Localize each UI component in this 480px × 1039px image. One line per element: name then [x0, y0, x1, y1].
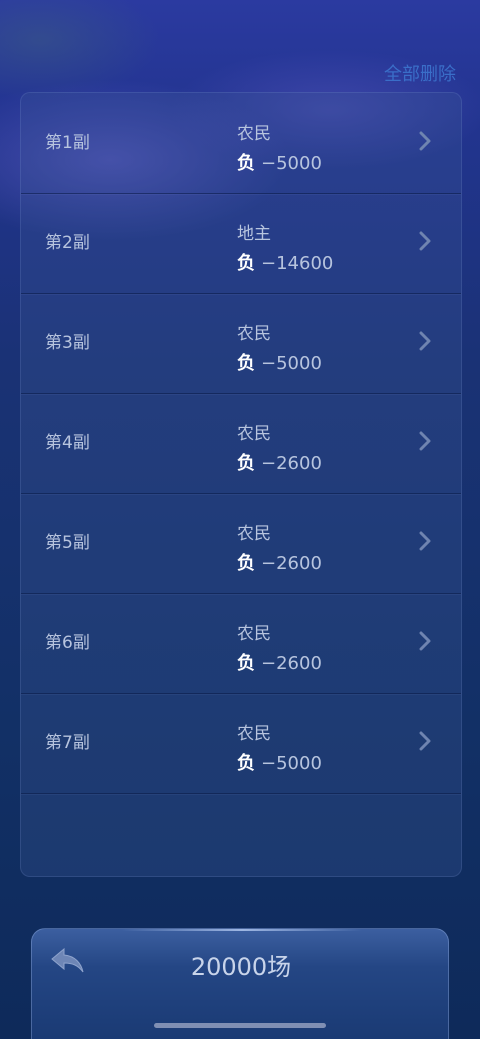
match-count-title: 20000场: [190, 953, 292, 981]
chevron-right-icon: [419, 431, 431, 451]
record-title: 第1副: [45, 133, 90, 153]
record-result: 负 −2600: [237, 449, 322, 475]
record-role: 农民: [237, 624, 271, 644]
record-result: 负 −5000: [237, 349, 322, 375]
record-score: −2600: [261, 653, 322, 674]
record-score: −5000: [261, 153, 322, 174]
chevron-right-icon: [419, 631, 431, 651]
record-result: 负 −14600: [237, 249, 333, 275]
record-result: 负 −5000: [237, 149, 322, 175]
chevron-right-icon: [419, 331, 431, 351]
record-result: 负 −2600: [237, 549, 322, 575]
result-badge: 负: [237, 153, 255, 174]
result-badge: 负: [237, 353, 255, 374]
bar-sheen: [122, 929, 362, 931]
record-role: 地主: [237, 224, 271, 244]
record-title: 第2副: [45, 233, 90, 253]
record-title: 第4副: [45, 433, 90, 453]
result-badge: 负: [237, 553, 255, 574]
record-title: 第5副: [45, 533, 90, 553]
record-role: 农民: [237, 524, 271, 544]
record-result: 负 −5000: [237, 749, 322, 775]
delete-all-button[interactable]: 全部删除: [384, 60, 456, 86]
record-score: −2600: [261, 553, 322, 574]
record-result: 负 −2600: [237, 649, 322, 675]
record-title: 第7副: [45, 733, 90, 753]
record-row[interactable]: 第7副 农民 负 −5000: [21, 693, 461, 794]
record-row[interactable]: 第3副 农民 负 −5000: [21, 293, 461, 394]
record-list: 第1副 农民 负 −5000 第2副 地主 负 −14600 第3副 农民 负 −50…: [20, 92, 462, 877]
record-role: 农民: [237, 124, 271, 144]
record-score: −5000: [261, 753, 322, 774]
record-row[interactable]: 第4副 农民 负 −2600: [21, 393, 461, 494]
record-role: 农民: [237, 724, 271, 744]
record-role: 农民: [237, 324, 271, 344]
record-role: 农民: [237, 424, 271, 444]
record-score: −14600: [261, 253, 334, 274]
chevron-right-icon: [419, 131, 431, 151]
result-badge: 负: [237, 453, 255, 474]
result-badge: 负: [237, 653, 255, 674]
record-row[interactable]: 第6副 农民 负 −2600: [21, 593, 461, 694]
result-badge: 负: [237, 253, 255, 274]
record-title: 第3副: [45, 333, 90, 353]
chevron-right-icon: [419, 231, 431, 251]
record-row[interactable]: 第2副 地主 负 −14600: [21, 193, 461, 294]
chevron-right-icon: [419, 531, 431, 551]
home-indicator[interactable]: [154, 1023, 326, 1028]
record-row[interactable]: 第1副 农民 负 −5000: [21, 93, 461, 194]
record-score: −5000: [261, 353, 322, 374]
record-row[interactable]: 第5副 农民 负 −2600: [21, 493, 461, 594]
chevron-right-icon: [419, 731, 431, 751]
record-score: −2600: [261, 453, 322, 474]
result-badge: 负: [237, 753, 255, 774]
record-title: 第6副: [45, 633, 90, 653]
